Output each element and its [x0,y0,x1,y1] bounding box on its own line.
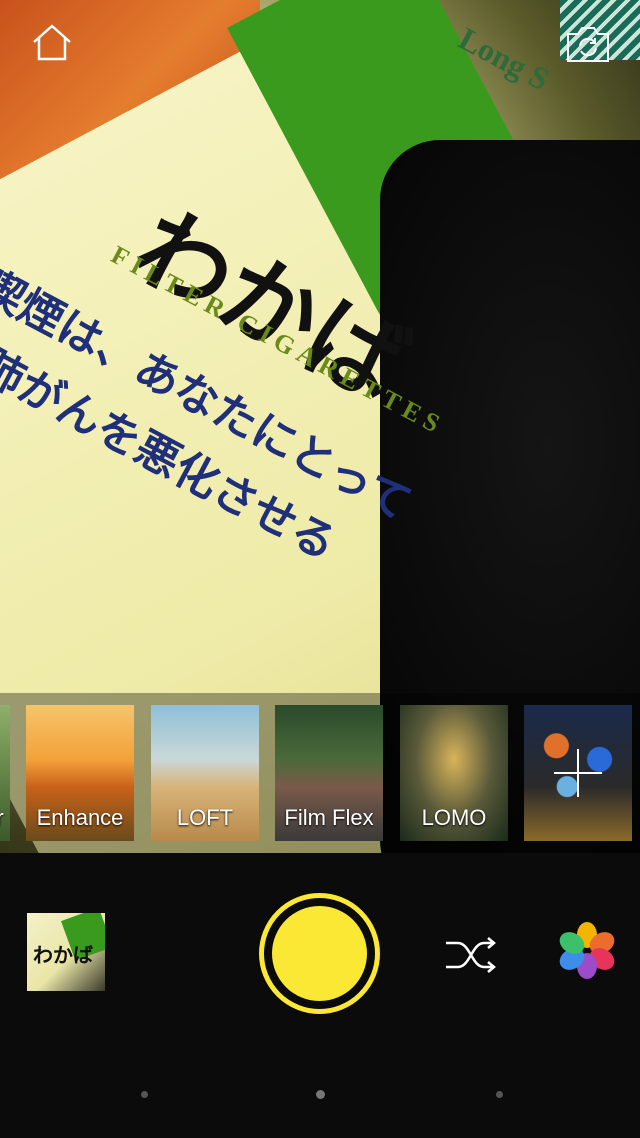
home-button[interactable] [28,20,76,64]
filter-label: Film Flex [284,805,374,830]
gallery-button[interactable] [558,921,616,979]
filter-thumb-partial[interactable]: r [0,705,10,841]
shuffle-button[interactable] [444,933,498,977]
switch-camera-icon [567,27,609,62]
nav-back-button[interactable] [141,1091,148,1098]
home-icon [33,24,71,61]
camera-controls: わかば [0,853,640,1053]
filter-label: LOMO [421,805,487,830]
shuffle-icon [446,937,496,973]
filter-strip[interactable]: r Enhance LOFT Film Flex LOMO [0,693,640,853]
shutter-inner [272,906,367,1001]
nav-recents-button[interactable] [496,1091,503,1098]
nav-home-button[interactable] [316,1090,325,1099]
filter-label: Enhance [36,805,124,830]
shutter-button[interactable] [259,893,380,1014]
add-filter-button[interactable] [524,705,632,841]
switch-camera-button[interactable] [564,22,612,66]
filter-thumb-film-flex[interactable]: Film Flex [275,705,383,841]
filter-label: LOFT [176,805,234,830]
thumbnail-text: わかば [33,945,93,967]
system-nav-bar [0,1053,640,1138]
gallery-icon [559,922,615,979]
filter-label: r [0,805,10,831]
filter-thumb-loft[interactable]: LOFT [151,705,259,841]
filter-thumb-lomo[interactable]: LOMO [400,705,508,841]
filter-thumb-enhance[interactable]: Enhance [26,705,134,841]
camera-viewfinder[interactable]: わかば FILTER CIGARETTES 喫煙は、あなたにとって 肺がんを悪化… [0,0,640,853]
last-photo-thumbnail[interactable]: わかば [27,913,105,991]
plus-icon [554,749,602,797]
